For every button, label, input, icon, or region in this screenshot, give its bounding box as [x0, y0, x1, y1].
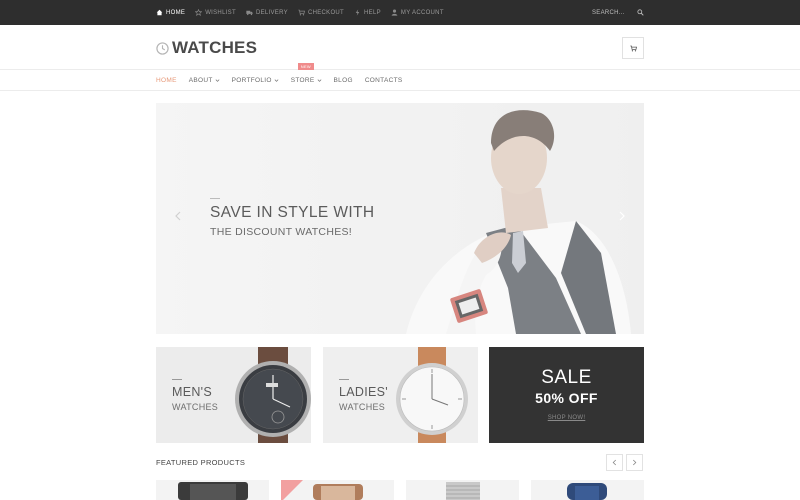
nav-item-portfolio[interactable]: PORTFOLIO — [232, 77, 279, 84]
top-links: HOME WISHLIST DELIVERY CHECKOUT HELP MY … — [156, 0, 444, 25]
product-image — [567, 483, 607, 500]
logo-text: WATCHES — [172, 38, 258, 57]
top-link-label: WISHLIST — [205, 9, 236, 16]
nav-item-label: ABOUT — [188, 77, 213, 84]
banner-mens-watches[interactable]: MEN'S WATCHES — [156, 347, 311, 443]
chevron-down-icon — [317, 79, 321, 82]
top-link-label: MY ACCOUNT — [400, 9, 444, 16]
hero-slider[interactable]: SAVE IN STYLE WITH THE DISCOUNT WATCHES! — [156, 103, 644, 334]
banner-subtitle: WATCHES — [172, 402, 219, 412]
nav-item-store[interactable]: NEW STORE — [290, 63, 322, 84]
search-field[interactable]: SEARCH... — [592, 0, 644, 25]
chevron-right-icon[interactable] — [618, 211, 626, 221]
top-link-label: HELP — [364, 9, 381, 16]
chevron-down-icon — [274, 79, 279, 82]
nav-item-label: PORTFOLIO — [231, 77, 272, 84]
cart-icon — [629, 45, 637, 51]
nav-item-label: HOME — [156, 77, 177, 84]
header-cart-button[interactable] — [622, 37, 644, 59]
product-card[interactable] — [531, 480, 644, 500]
banner-accent-line — [172, 379, 182, 380]
site-logo[interactable]: WATCHES — [156, 38, 257, 58]
main-nav: HOME ABOUT PORTFOLIO NEW STORE BLOG CONT… — [0, 63, 800, 91]
top-link-delivery[interactable]: DELIVERY — [246, 9, 288, 16]
truck-icon — [246, 10, 253, 16]
top-link-home[interactable]: HOME — [156, 9, 185, 16]
chevron-right-icon — [632, 459, 637, 466]
carousel-next-button[interactable] — [626, 454, 643, 471]
lightning-icon — [355, 9, 360, 16]
carousel-prev-button[interactable] — [606, 454, 623, 471]
cart-icon — [298, 9, 305, 16]
clock-icon — [156, 41, 169, 55]
home-icon — [156, 9, 163, 16]
sale-title: SALE — [541, 367, 592, 388]
featured-products-title: FEATURED PRODUCTS — [156, 458, 246, 467]
nav-item-label: BLOG — [333, 77, 353, 84]
nav-item-about[interactable]: ABOUT — [189, 77, 220, 84]
banner-accent-line — [339, 379, 349, 380]
chevron-down-icon — [215, 79, 220, 82]
product-card[interactable] — [281, 480, 394, 500]
nav-item-home[interactable]: HOME — [156, 77, 177, 84]
new-badge: NEW — [297, 63, 314, 70]
product-card[interactable] — [406, 480, 519, 500]
banner-title: MEN'S — [172, 385, 213, 399]
top-link-label: CHECKOUT — [307, 9, 345, 16]
nav-item-contacts[interactable]: CONTACTS — [365, 77, 403, 84]
top-link-label: DELIVERY — [255, 9, 288, 16]
search-icon[interactable] — [637, 9, 644, 16]
top-bar: HOME WISHLIST DELIVERY CHECKOUT HELP MY … — [0, 0, 800, 25]
product-card[interactable] — [156, 480, 269, 500]
nav-item-blog[interactable]: BLOG — [334, 77, 353, 84]
hero-subtitle: THE DISCOUNT WATCHES! — [210, 226, 353, 238]
top-link-checkout[interactable]: CHECKOUT — [298, 9, 344, 16]
top-link-label: HOME — [166, 9, 186, 16]
banner-subtitle: WATCHES — [339, 402, 386, 412]
product-image — [281, 480, 363, 500]
product-image — [446, 482, 480, 500]
banner-title: LADIES' — [339, 385, 388, 399]
mens-watch-image — [235, 347, 311, 443]
banner-ladies-watches[interactable]: LADIES' WATCHES — [323, 347, 478, 443]
hero-accent-line — [210, 198, 220, 199]
star-icon — [195, 9, 203, 16]
top-link-help[interactable]: HELP — [354, 9, 381, 16]
ladies-watch-image — [396, 347, 468, 443]
chevron-left-icon[interactable] — [174, 211, 182, 221]
product-image — [178, 482, 248, 500]
top-link-my-account[interactable]: MY ACCOUNT — [391, 9, 444, 16]
search-placeholder: SEARCH... — [592, 9, 625, 16]
banner-sale[interactable]: SALE 50% OFF SHOP NOW! — [489, 347, 644, 443]
chevron-left-icon — [612, 459, 617, 466]
user-icon — [391, 9, 398, 16]
sale-discount: 50% OFF — [535, 390, 598, 406]
hero-title: SAVE IN STYLE WITH — [210, 204, 375, 221]
nav-item-label: CONTACTS — [364, 77, 403, 84]
shop-now-link[interactable]: SHOP NOW! — [489, 415, 644, 421]
nav-item-label: STORE — [290, 77, 315, 84]
top-link-wishlist[interactable]: WISHLIST — [195, 9, 236, 16]
